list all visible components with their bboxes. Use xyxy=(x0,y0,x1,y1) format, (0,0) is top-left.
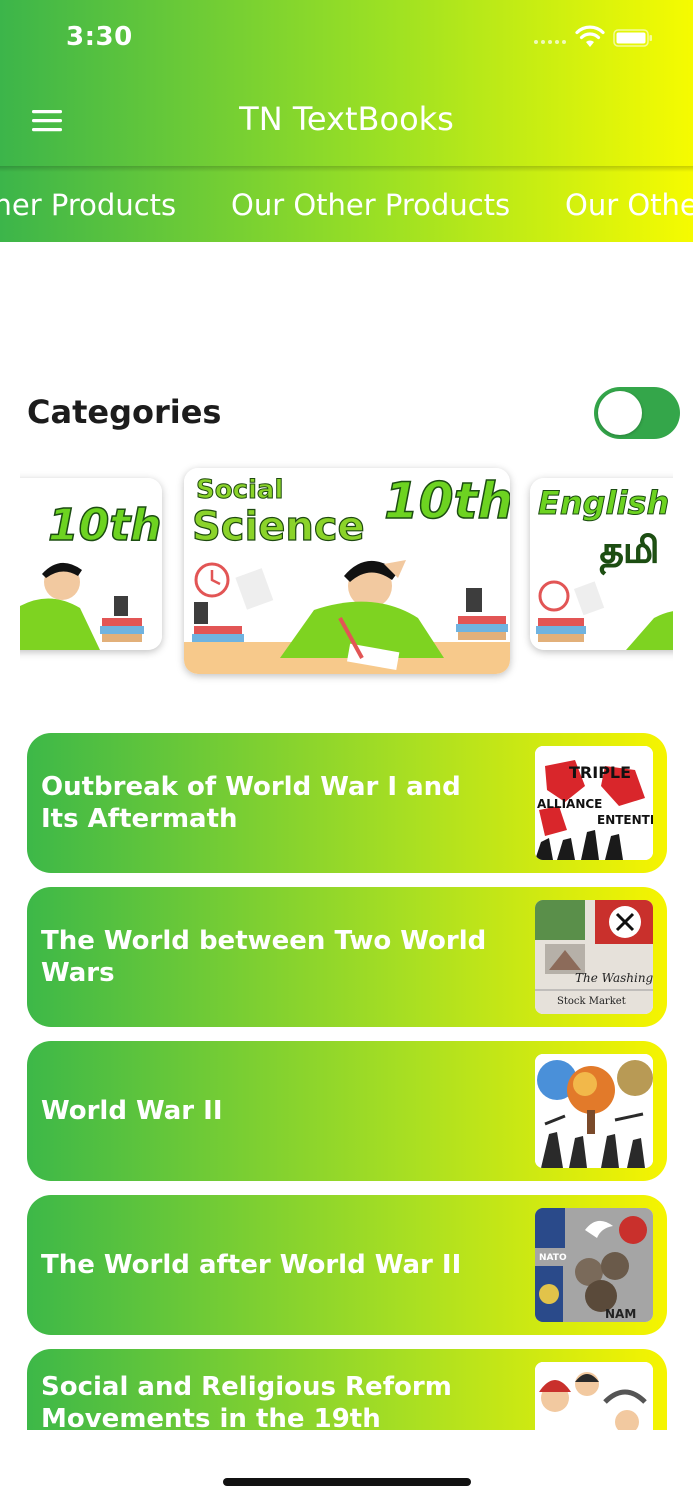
marquee-item-products[interactable]: Our Other Products xyxy=(231,188,510,222)
battery-icon xyxy=(613,29,652,47)
category-card[interactable]: English தமி xyxy=(530,478,673,650)
products-marquee: Our Other Products Our Other Products Ou… xyxy=(0,188,693,228)
chapter-item[interactable]: World War II xyxy=(27,1041,667,1181)
chapter-title: The World between Two World Wars xyxy=(41,926,487,988)
svg-text:10th: 10th xyxy=(48,500,162,551)
status-time: 3:30 xyxy=(66,22,133,52)
chapter-thumbnail: TRIPLE ALLIANCE ENTENTE xyxy=(535,746,653,860)
svg-text:Stock Market: Stock Market xyxy=(557,996,626,1007)
svg-text:TRIPLE: TRIPLE xyxy=(569,763,631,782)
cellular-signal-icon xyxy=(534,40,566,44)
svg-text:English: English xyxy=(538,484,669,522)
chapter-item[interactable]: Outbreak of World War I and Its Aftermat… xyxy=(27,733,667,873)
toggle-knob xyxy=(598,391,642,435)
categories-toggle[interactable] xyxy=(594,387,680,439)
categories-heading: Categories xyxy=(27,393,222,431)
header-divider xyxy=(0,166,693,172)
chapter-title: The World after World War II xyxy=(41,1250,462,1280)
chapter-title: Outbreak of World War I and Its Aftermat… xyxy=(41,772,461,834)
svg-text:NATO: NATO xyxy=(539,1253,567,1263)
categories-carousel[interactable]: 10th Social Science 10th English தமி xyxy=(20,460,673,690)
svg-text:10th: 10th xyxy=(384,472,510,530)
category-card-illustration: 10th xyxy=(20,478,162,650)
chapter-thumbnail: NATO NAM xyxy=(535,1208,653,1322)
chapter-item[interactable]: The World after World War II NATO NAM xyxy=(27,1195,667,1335)
bottom-safe-area xyxy=(0,1430,693,1500)
chapter-title: World War II xyxy=(41,1096,223,1126)
marquee-item-products[interactable]: Our Other Products xyxy=(0,188,176,222)
category-card[interactable]: Social Science 10th xyxy=(184,468,510,674)
category-card-illustration: English தமி xyxy=(530,478,673,650)
svg-text:Social: Social xyxy=(196,475,283,505)
svg-text:NAM: NAM xyxy=(605,1307,636,1321)
wifi-icon xyxy=(575,25,605,47)
svg-text:ENTENTE: ENTENTE xyxy=(597,813,653,827)
category-card[interactable]: 10th xyxy=(20,478,162,650)
chapter-item[interactable]: The World between Two World Wars The Was… xyxy=(27,887,667,1027)
home-indicator[interactable] xyxy=(223,1478,471,1486)
svg-text:ALLIANCE: ALLIANCE xyxy=(537,797,602,811)
chapter-thumbnail xyxy=(535,1054,653,1168)
svg-text:Science: Science xyxy=(192,504,365,550)
svg-text:தமி: தமி xyxy=(600,530,659,575)
chapter-thumbnail: The Washington Stock Market xyxy=(535,900,653,1014)
svg-text:The Washington: The Washington xyxy=(575,971,653,985)
page-title: TN TextBooks xyxy=(239,100,454,138)
category-card-illustration: Social Science 10th xyxy=(184,468,510,674)
marquee-item-products[interactable]: Our Other Products xyxy=(565,188,693,222)
